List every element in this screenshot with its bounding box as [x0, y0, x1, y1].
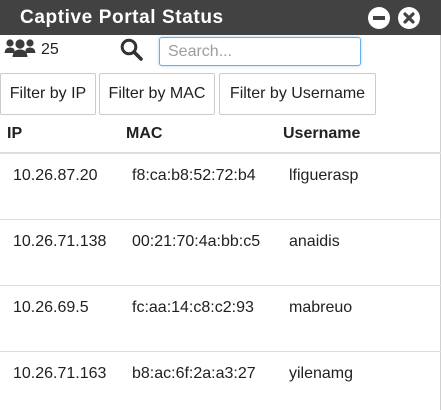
widget-titlebar: Captive Portal Status [0, 0, 441, 35]
widget-title: Captive Portal Status [20, 7, 224, 28]
widget-toolbar: 25 [0, 35, 441, 71]
table-row: 10.26.87.20 f8:ca:b8:52:72:b4 lfiguerasp [0, 154, 441, 220]
close-button[interactable] [398, 7, 420, 29]
cell-mac: f8:ca:b8:52:72:b4 [132, 167, 256, 184]
cell-ip: 10.26.69.5 [13, 299, 89, 316]
search-icon[interactable] [119, 37, 145, 66]
column-header-ip[interactable]: IP [7, 125, 22, 143]
cell-ip: 10.26.87.20 [13, 167, 98, 184]
search-input[interactable] [159, 37, 361, 66]
filter-by-mac-button[interactable]: Filter by MAC [99, 73, 215, 115]
cell-mac: fc:aa:14:c8:c2:93 [132, 299, 254, 316]
users-icon [4, 38, 36, 65]
column-header-mac[interactable]: MAC [126, 125, 162, 143]
close-circle-icon [399, 8, 419, 28]
table-header: IP MAC Username [0, 116, 441, 154]
user-count: 25 [41, 41, 59, 58]
minus-circle-icon [369, 8, 389, 28]
cell-ip: 10.26.71.163 [13, 365, 107, 382]
table-row: 10.26.71.138 00:21:70:4a:bb:c5 anaidis [0, 220, 441, 286]
cell-username: mabreuo [289, 299, 353, 316]
cell-mac: 00:21:70:4a:bb:c5 [132, 233, 261, 250]
captive-portal-status-widget: Captive Portal Status 25 Search... Filte… [0, 0, 441, 410]
column-header-username[interactable]: Username [283, 125, 360, 143]
cell-username: anaidis [289, 233, 340, 250]
cell-ip: 10.26.71.138 [13, 233, 107, 250]
cell-username: lfiguerasp [289, 167, 359, 184]
cell-username: yilenamg [289, 365, 354, 382]
table-row: 10.26.69.5 fc:aa:14:c8:c2:93 mabreuo [0, 286, 441, 352]
filter-by-ip-button[interactable]: Filter by IP [0, 73, 96, 115]
table-row: 10.26.71.163 b8:ac:6f:2a:a3:27 yilenamg [0, 352, 441, 410]
cell-mac: b8:ac:6f:2a:a3:27 [132, 365, 256, 382]
minimize-button[interactable] [368, 7, 390, 29]
filter-by-username-button[interactable]: Filter by Username [219, 73, 376, 115]
